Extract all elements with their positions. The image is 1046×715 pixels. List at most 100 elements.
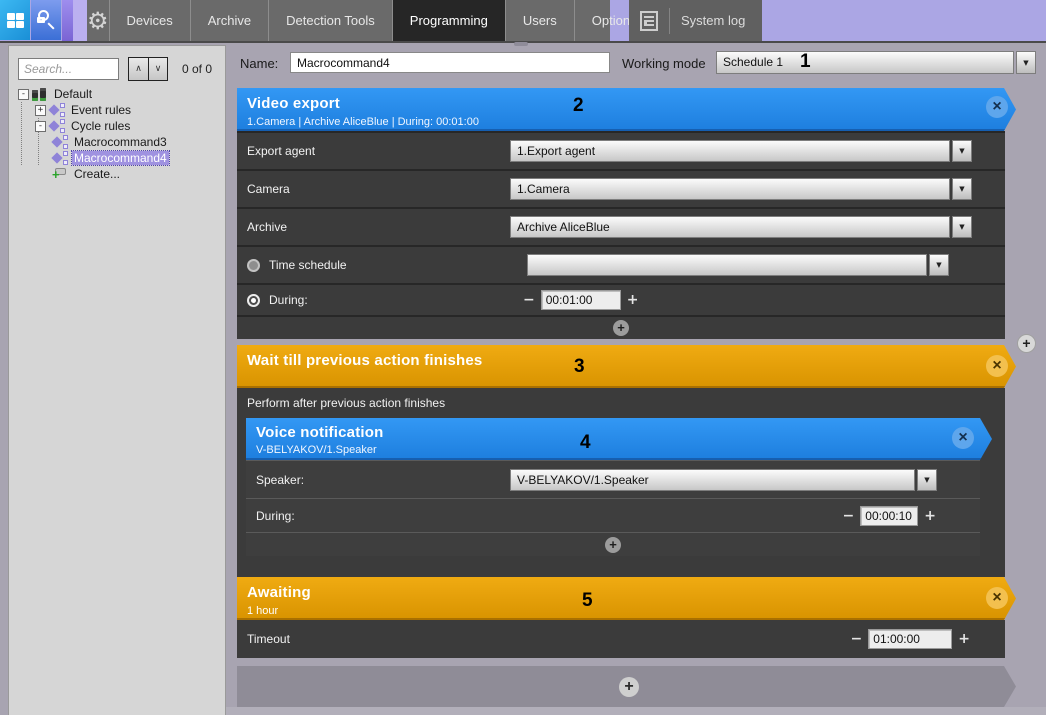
top-bar: ·· ⚙ Devices Archive Detection Tools Pro…: [0, 0, 1046, 41]
time-schedule-radio[interactable]: [247, 259, 260, 272]
callout-2: 2: [573, 95, 584, 117]
macro-name-input[interactable]: [290, 52, 610, 73]
search-result-count: 0 of 0: [182, 62, 212, 76]
tab-programming[interactable]: Programming: [393, 0, 506, 41]
search-next-button[interactable]: ∨: [148, 58, 167, 80]
splitter-handle[interactable]: [514, 42, 528, 46]
tab-users[interactable]: Users: [506, 0, 575, 41]
decrement-button[interactable]: −: [843, 508, 855, 524]
working-mode-value[interactable]: Schedule 1: [716, 51, 1014, 74]
callout-3: 3: [574, 356, 585, 378]
tab-devices[interactable]: Devices: [110, 0, 191, 41]
chevron-down-icon: ∨: [155, 64, 162, 74]
search-panel-button[interactable]: ··: [31, 0, 61, 40]
settings-gear-button[interactable]: ⚙: [87, 0, 110, 41]
tree-item-cycle-rules[interactable]: - Cycle rules: [15, 118, 220, 134]
close-icon[interactable]: ×: [986, 355, 1008, 377]
video-export-header[interactable]: Video export 1.Camera | Archive AliceBlu…: [237, 88, 1016, 131]
voice-notification-header[interactable]: Voice notification V-BELYAKOV/1.Speaker …: [246, 418, 992, 460]
awaiting-panel: Awaiting 1 hour × Timeout − +: [237, 577, 1005, 658]
tree-item-default[interactable]: - Default: [15, 86, 220, 102]
callout-5: 5: [582, 590, 593, 612]
chevron-down-icon: ▼: [1023, 59, 1028, 67]
voice-notification-panel: Voice notification V-BELYAKOV/1.Speaker …: [246, 418, 980, 556]
search-input[interactable]: [18, 58, 119, 80]
dropdown-arrow-button[interactable]: ▼: [952, 216, 972, 238]
voice-during-label: During:: [256, 509, 295, 523]
add-action-bar: +: [237, 666, 1016, 707]
tab-archive[interactable]: Archive: [191, 0, 269, 41]
add-action-button[interactable]: +: [605, 537, 621, 553]
speaker-dropdown[interactable]: V-BELYAKOV/1.Speaker ▼: [510, 469, 937, 491]
rule-icon: [49, 103, 66, 117]
during-label: During:: [269, 293, 523, 307]
panel-title: Awaiting: [247, 584, 1016, 601]
camera-row: Camera 1.Camera ▼: [237, 169, 1005, 207]
tree-item-macrocommand3[interactable]: Macrocommand3: [15, 134, 220, 150]
tree-item-macrocommand4[interactable]: Macrocommand4: [15, 150, 220, 166]
during-time-input[interactable]: [541, 290, 621, 310]
awaiting-header[interactable]: Awaiting 1 hour ×: [237, 577, 1016, 620]
gear-icon: ⚙: [87, 9, 109, 33]
add-action-row: +: [246, 532, 980, 556]
dropdown-arrow-button[interactable]: ▼: [952, 140, 972, 162]
callout-4: 4: [580, 432, 591, 454]
panel-subtitle: 1 hour: [247, 605, 1016, 617]
decrement-button[interactable]: −: [523, 292, 535, 308]
add-action-button[interactable]: +: [619, 677, 639, 697]
timeout-row: Timeout − +: [237, 620, 1005, 658]
panel-title: Video export: [247, 95, 1016, 112]
macro-tree-sidebar: ∧ ∨ 0 of 0 - Default + Event rules - Cyc…: [8, 45, 226, 715]
close-icon[interactable]: ×: [986, 96, 1008, 118]
search-prev-button[interactable]: ∧: [129, 58, 148, 80]
camera-dropdown[interactable]: 1.Camera ▼: [510, 178, 972, 200]
decrement-button[interactable]: −: [851, 631, 863, 647]
dropdown-arrow-button[interactable]: ▼: [952, 178, 972, 200]
system-log-button[interactable]: System log: [629, 0, 762, 41]
wait-action-header[interactable]: Wait till previous action finishes ×: [237, 345, 1016, 388]
dropdown-arrow-button[interactable]: ▼: [1016, 51, 1036, 74]
application-window: ·· ⚙ Devices Archive Detection Tools Pro…: [0, 0, 1046, 715]
increment-button[interactable]: +: [924, 508, 936, 524]
timeout-input[interactable]: [868, 629, 952, 649]
working-mode-label: Working mode: [622, 56, 706, 71]
increment-button[interactable]: +: [627, 292, 639, 308]
dropdown-arrow-button[interactable]: ▼: [929, 254, 949, 276]
chevron-down-icon: ▼: [936, 261, 941, 269]
chevron-down-icon: ▼: [959, 185, 964, 193]
increment-button[interactable]: +: [958, 631, 970, 647]
time-schedule-dropdown[interactable]: ▼: [527, 254, 949, 276]
tree-item-create[interactable]: + Create...: [15, 166, 220, 182]
add-action-row: +: [237, 315, 1005, 339]
accent-strip-light: [73, 0, 87, 41]
chevron-down-icon: ▼: [924, 476, 929, 484]
name-label: Name:: [240, 56, 278, 71]
speaker-label: Speaker:: [256, 473, 510, 487]
insert-action-button[interactable]: +: [1017, 334, 1036, 353]
panel-title: Wait till previous action finishes: [247, 352, 1016, 369]
time-schedule-label: Time schedule: [269, 258, 527, 272]
expand-toggle[interactable]: +: [35, 105, 46, 116]
speaker-row: Speaker: V-BELYAKOV/1.Speaker ▼: [246, 460, 980, 498]
chevron-down-icon: ▼: [959, 223, 964, 231]
layouts-button[interactable]: [0, 0, 30, 40]
export-agent-label: Export agent: [247, 144, 510, 158]
add-action-button[interactable]: +: [613, 320, 629, 336]
archive-dropdown[interactable]: Archive AliceBlue ▼: [510, 216, 972, 238]
close-icon[interactable]: ×: [986, 587, 1008, 609]
during-row: During: − +: [237, 283, 1005, 315]
tree-item-event-rules[interactable]: + Event rules: [15, 102, 220, 118]
server-icon: [32, 87, 48, 101]
during-radio[interactable]: [247, 294, 260, 307]
rule-icon: [52, 135, 69, 149]
rule-icon: [52, 151, 69, 165]
working-mode-dropdown[interactable]: Schedule 1 ▼: [716, 51, 1036, 74]
close-icon[interactable]: ×: [952, 427, 974, 449]
system-log-label: System log: [681, 13, 745, 28]
collapse-toggle[interactable]: -: [35, 121, 46, 132]
collapse-toggle[interactable]: -: [18, 89, 29, 100]
tab-detection-tools[interactable]: Detection Tools: [269, 0, 393, 41]
export-agent-dropdown[interactable]: 1.Export agent ▼: [510, 140, 972, 162]
dropdown-arrow-button[interactable]: ▼: [917, 469, 937, 491]
voice-during-input[interactable]: [860, 506, 918, 526]
